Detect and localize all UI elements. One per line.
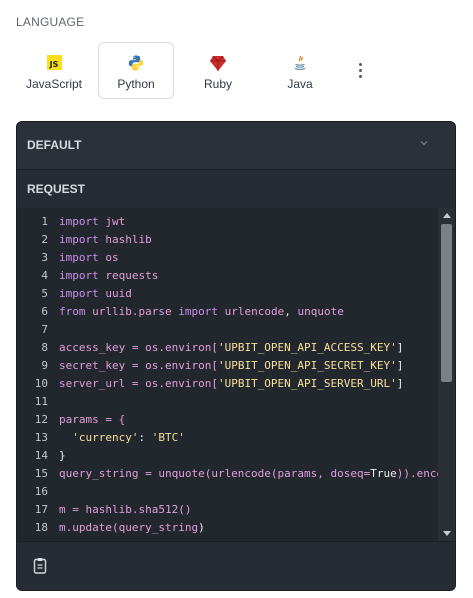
tab-ruby-label: Ruby <box>203 77 232 91</box>
code-text: secret_key = os.environ['UPBIT_OPEN_API_… <box>59 359 404 372</box>
line-number: 14 <box>34 449 48 462</box>
java-icon <box>291 54 309 72</box>
code-text: access_key = os.environ['UPBIT_OPEN_API_… <box>59 341 404 354</box>
request-label: REQUEST <box>27 182 86 196</box>
line-number: 10 <box>34 377 48 390</box>
code-text: params = { <box>59 413 126 426</box>
code-text: import hashlib <box>59 233 152 246</box>
line-number: 17 <box>34 503 48 516</box>
tab-javascript-label: JavaScript <box>25 77 83 91</box>
tab-javascript[interactable]: JS JavaScript <box>16 42 92 99</box>
line-number: 2 <box>41 233 48 246</box>
scroll-down-arrow-icon[interactable] <box>443 531 451 536</box>
code-footer <box>17 541 455 590</box>
code-text: } <box>59 449 66 462</box>
scroll-up-arrow-icon[interactable] <box>443 213 451 218</box>
default-label: DEFAULT <box>27 138 82 152</box>
line-number: 8 <box>41 341 48 354</box>
line-number: 6 <box>41 305 48 318</box>
line-number: 9 <box>41 359 48 372</box>
code-scrollbar[interactable] <box>438 208 455 541</box>
line-number: 12 <box>34 413 48 426</box>
tab-python[interactable]: Python <box>98 42 174 99</box>
code-text: m = hashlib.sha512() <box>59 503 192 516</box>
line-number: 16 <box>34 485 48 498</box>
default-dropdown[interactable]: DEFAULT <box>17 122 455 170</box>
tab-java[interactable]: Java <box>262 42 338 99</box>
code-block[interactable]: 1 import jwt 2 import hashlib 3 import os 4 imp… <box>17 208 438 541</box>
code-text: server_url = os.environ['UPBIT_OPEN_API_… <box>59 377 404 390</box>
chevron-down-icon <box>420 141 428 146</box>
line-number: 5 <box>41 287 48 300</box>
javascript-icon-text: JS <box>46 55 62 70</box>
python-icon <box>127 54 145 72</box>
line-number: 3 <box>41 251 48 264</box>
line-number: 11 <box>34 395 48 408</box>
line-number: 4 <box>41 269 48 282</box>
code-text: 'currency': 'BTC' <box>72 431 185 444</box>
tab-python-label: Python <box>117 77 155 91</box>
code-text: import uuid <box>59 287 132 300</box>
line-number: 1 <box>41 215 48 228</box>
line-number: 18 <box>34 521 48 534</box>
line-number: 13 <box>34 431 48 444</box>
code-text: query_string = unquote(urlencode(params,… <box>59 467 438 480</box>
vertical-ellipsis-icon[interactable] <box>354 63 366 81</box>
language-tabs: JS JavaScript Python Ruby Java <box>16 42 456 100</box>
code-text: import requests <box>59 269 159 282</box>
scroll-thumb[interactable] <box>441 224 452 382</box>
javascript-icon: JS <box>45 54 63 72</box>
code-text: m.update(query_string) <box>59 521 205 534</box>
code-panel: DEFAULT REQUEST 1 import jwt 2 import hashl… <box>16 121 456 591</box>
code-text: from urllib.parse import urlencode, unqu… <box>59 305 344 318</box>
tab-java-label: Java <box>287 77 313 91</box>
ruby-icon <box>209 54 227 72</box>
line-number: 15 <box>34 467 48 480</box>
code-text: import jwt <box>59 215 126 228</box>
tab-ruby[interactable]: Ruby <box>180 42 256 99</box>
code-text: import os <box>59 251 119 264</box>
clipboard-icon[interactable] <box>33 557 47 574</box>
language-title: LANGUAGE <box>16 15 85 29</box>
line-number: 7 <box>41 323 48 336</box>
